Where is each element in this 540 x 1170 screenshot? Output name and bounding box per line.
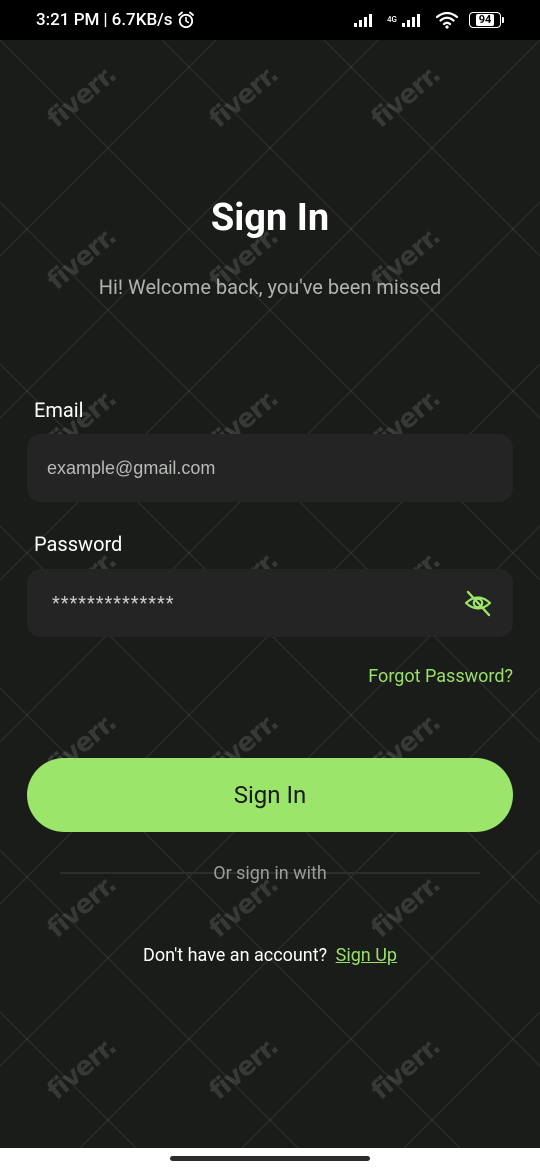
status-right: 4G 94 [353,11,504,29]
status-bar: 3:21 PM | 6.7KB/s 4G 94 [0,0,540,40]
wifi-icon [435,11,459,29]
signal-icon-2 [401,12,425,28]
no-account-text: Don't have an account? [143,945,328,966]
network-type: 4G [387,15,397,24]
signin-button[interactable]: Sign In [27,758,513,832]
signup-row: Don't have an account? Sign Up [0,945,540,966]
password-label: Password [34,532,123,556]
password-input[interactable]: ************** [52,593,463,614]
page-title: Sign In [210,196,330,240]
status-left: 3:21 PM | 6.7KB/s [36,10,195,30]
alarm-icon [177,11,195,29]
battery-level: 94 [475,14,495,26]
email-label: Email [34,398,84,422]
password-field[interactable]: ************** [27,569,513,637]
status-net-speed: 6.7KB/s [111,10,173,30]
navigation-bar [0,1148,540,1170]
signin-screen: Sign In Hi! Welcome back, you've been mi… [0,0,540,1148]
email-input[interactable] [47,457,493,479]
forgot-password-link[interactable]: Forgot Password? [368,666,513,687]
signal-icon [353,12,377,28]
battery-icon: 94 [469,12,504,28]
or-signin-with-text: Or sign in with [213,863,327,884]
eye-off-icon[interactable] [463,588,493,618]
status-separator: | [103,10,108,30]
email-field[interactable] [27,434,513,502]
page-subtitle: Hi! Welcome back, you've been missed [98,275,442,299]
home-indicator[interactable] [170,1156,370,1161]
status-time: 3:21 PM [36,10,100,30]
signup-link[interactable]: Sign Up [336,945,397,966]
